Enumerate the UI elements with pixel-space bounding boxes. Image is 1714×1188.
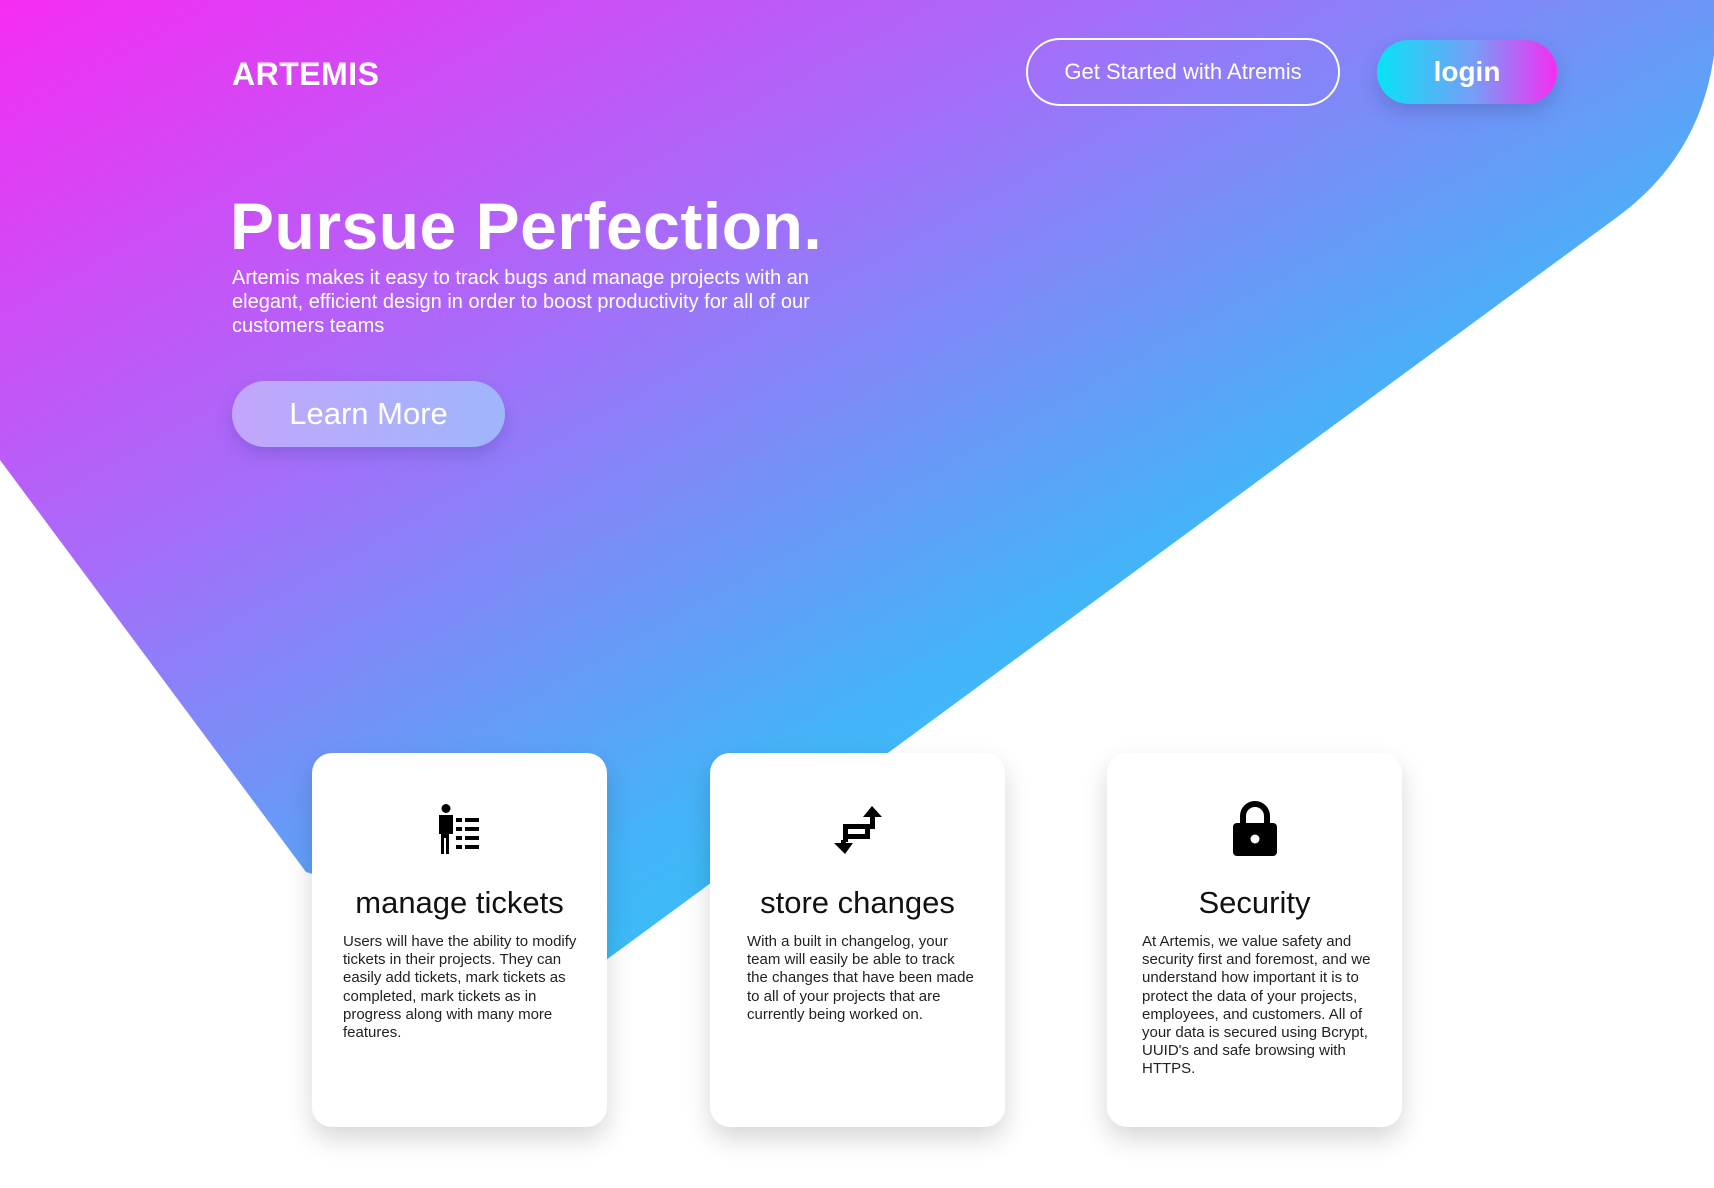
manage-tickets-icon: [312, 799, 607, 859]
landing-page: ARTEMIS Get Started with Atremis login P…: [0, 0, 1714, 1188]
feature-card-security: Security At Artemis, we value safety and…: [1107, 753, 1402, 1127]
store-changes-icon: [710, 799, 1005, 859]
hero-description: Artemis makes it easy to track bugs and …: [232, 267, 810, 337]
hero-title: Pursue Perfection.: [230, 189, 823, 263]
feature-title: Security: [1198, 885, 1311, 920]
feature-description: At Artemis, we value safety and security…: [1142, 933, 1371, 1078]
feature-card-manage-tickets: manage tickets Users will have the abili…: [312, 753, 607, 1127]
learn-more-button[interactable]: Learn More: [232, 381, 505, 447]
feature-title: store changes: [760, 885, 955, 920]
feature-title: manage tickets: [355, 885, 564, 920]
artemis-logo[interactable]: ARTEMIS: [232, 56, 380, 93]
feature-description: Users will have the ability to modify ti…: [343, 933, 577, 1042]
feature-description: With a built in changelog, your team wil…: [747, 933, 974, 1023]
lock-icon: [1107, 799, 1402, 859]
feature-card-store-changes: store changes With a built in changelog,…: [710, 753, 1005, 1127]
login-button[interactable]: login: [1377, 40, 1557, 104]
get-started-button[interactable]: Get Started with Atremis: [1026, 38, 1340, 106]
